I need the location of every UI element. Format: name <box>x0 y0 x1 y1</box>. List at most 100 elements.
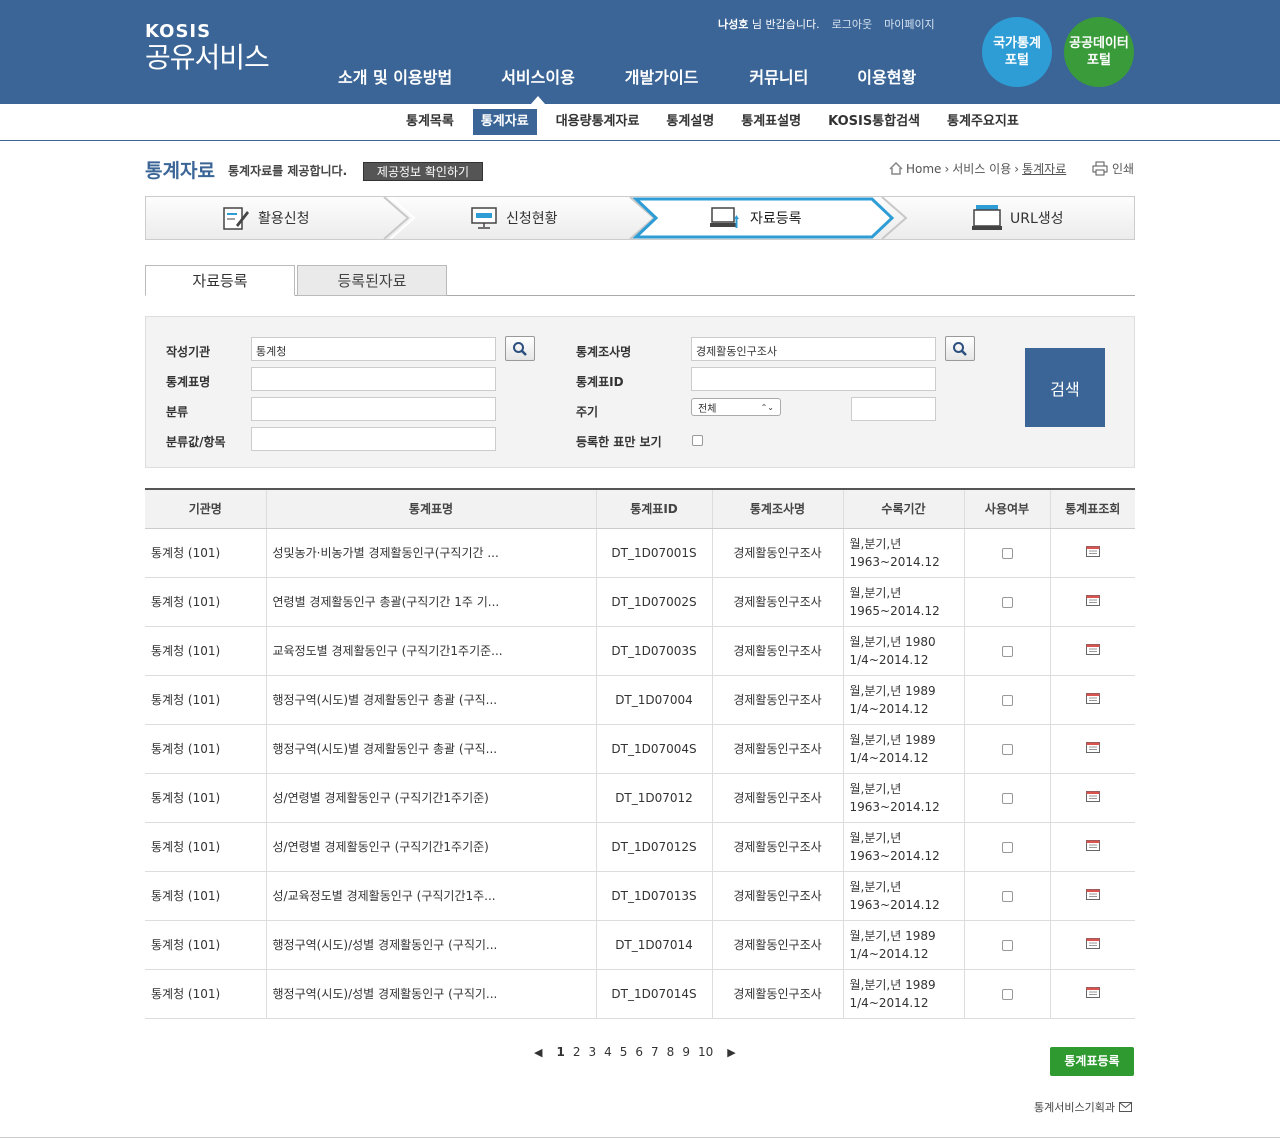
page-number[interactable]: 1 <box>556 1045 564 1059</box>
breadcrumb-service[interactable]: 서비스 이용 <box>952 160 1011 177</box>
page-number[interactable]: 5 <box>620 1045 628 1059</box>
site-logo[interactable]: KOSIS 공유서비스 <box>145 22 270 74</box>
cell-table-name[interactable]: 성/교육정도별 경제활동인구 (구직기간1주... <box>265 871 596 921</box>
stat-table: 기관명 통계표명 통계표ID 통계조사명 수록기간 사용여부 통계표조회 통계청… <box>145 488 1135 1019</box>
gnb-item-usage[interactable]: 이용현황 <box>857 64 916 88</box>
cell-table-name[interactable]: 교육정도별 경제활동인구 (구직기간1주기준... <box>265 626 596 676</box>
kosis-portal-button[interactable]: 국가통계 포털 <box>982 17 1052 87</box>
gnb-item-intro[interactable]: 소개 및 이용방법 <box>338 64 452 88</box>
subnav-stat-data[interactable]: 통계자료 <box>472 109 537 135</box>
cell-period: 월,분기,년 1989 1/4~2014.12 <box>842 920 964 970</box>
table-view-icon[interactable] <box>1085 643 1100 655</box>
org-input[interactable]: 통계청 <box>251 337 496 361</box>
survey-input[interactable]: 경제활동인구조사 <box>691 337 936 361</box>
print-button[interactable]: 인쇄 <box>1092 160 1134 177</box>
table-view-icon[interactable] <box>1085 741 1100 753</box>
use-checkbox[interactable] <box>1001 939 1013 951</box>
search-button[interactable]: 검색 <box>1025 348 1105 427</box>
table-view-icon[interactable] <box>1085 937 1100 949</box>
mypage-link[interactable]: 마이페이지 <box>884 16 935 32</box>
table-view-icon[interactable] <box>1085 888 1100 900</box>
step-status[interactable]: 신청현황 <box>470 197 558 239</box>
next-page-icon[interactable]: ▶ <box>727 1046 735 1059</box>
cell-table-name[interactable]: 연령별 경제활동인구 총괄(구직기간 1주 기... <box>265 577 596 627</box>
period-range: 1/4~2014.12 <box>849 995 929 1010</box>
survey-search-button[interactable] <box>945 336 975 361</box>
cell-survey: 경제활동인구조사 <box>711 773 843 823</box>
cell-table-name[interactable]: 성및농가·비농가별 경제활동인구(구직기간 ... <box>265 528 596 578</box>
step-url[interactable]: URL생성 <box>972 197 1064 239</box>
table-view-icon[interactable] <box>1085 839 1100 851</box>
cell-use <box>963 822 1050 872</box>
cell-table-name[interactable]: 행정구역(시도)/성별 경제활동인구 (구직기... <box>265 969 596 1019</box>
period-cycle: 월,분기,년 1989 <box>849 977 936 992</box>
cell-table-name[interactable]: 행정구역(시도)/성별 경제활동인구 (구직기... <box>265 920 596 970</box>
page-number[interactable]: 2 <box>573 1045 581 1059</box>
table-id-label: 통계표ID <box>576 375 624 389</box>
contact-info[interactable]: 통계서비스기획과 <box>1034 1099 1132 1115</box>
gnb-item-dev-guide[interactable]: 개발가이드 <box>625 64 699 88</box>
cycle-select[interactable]: 전체 ⌃⌄ <box>691 398 781 416</box>
cell-table-name[interactable]: 성/연령별 경제활동인구 (구직기간1주기준) <box>265 822 596 872</box>
subnav-key-indicators[interactable]: 통계주요지표 <box>939 109 1027 135</box>
table-view-icon[interactable] <box>1085 986 1100 998</box>
use-checkbox[interactable] <box>1001 890 1013 902</box>
use-checkbox[interactable] <box>1001 694 1013 706</box>
page-number[interactable]: 3 <box>588 1045 596 1059</box>
use-checkbox[interactable] <box>1001 645 1013 657</box>
public-data-portal-button[interactable]: 공공데이터 포털 <box>1064 17 1134 87</box>
registered-only-checkbox[interactable] <box>692 435 703 446</box>
cell-use <box>963 969 1050 1019</box>
page-number[interactable]: 10 <box>698 1045 713 1059</box>
subnav-bulk-data[interactable]: 대용량통계자료 <box>548 109 648 135</box>
register-table-button[interactable]: 통계표등록 <box>1050 1047 1134 1076</box>
page-number[interactable]: 7 <box>651 1045 659 1059</box>
page-number[interactable]: 9 <box>682 1045 690 1059</box>
use-checkbox[interactable] <box>1001 988 1013 1000</box>
logout-link[interactable]: 로그아웃 <box>832 16 872 32</box>
gnb-item-community[interactable]: 커뮤니티 <box>749 64 808 88</box>
subnav-stat-list[interactable]: 통계목록 <box>398 109 462 135</box>
period-range: 1963~2014.12 <box>849 554 940 569</box>
page-number[interactable]: 8 <box>667 1045 675 1059</box>
table-view-icon[interactable] <box>1085 692 1100 704</box>
category-input[interactable] <box>251 397 496 421</box>
tab-register[interactable]: 자료등록 <box>145 265 295 296</box>
item-input[interactable] <box>251 427 496 451</box>
table-view-icon[interactable] <box>1085 790 1100 802</box>
step-apply[interactable]: 활용신청 <box>222 197 310 239</box>
use-checkbox[interactable] <box>1001 547 1013 559</box>
cell-table-name[interactable]: 행정구역(시도)별 경제활동인구 총괄 (구직... <box>265 724 596 774</box>
cell-view <box>1049 920 1135 970</box>
subnav-table-desc[interactable]: 통계표설명 <box>733 109 809 135</box>
page-number[interactable]: 6 <box>635 1045 643 1059</box>
use-checkbox[interactable] <box>1001 792 1013 804</box>
cell-view <box>1049 528 1135 578</box>
use-checkbox[interactable] <box>1001 743 1013 755</box>
gnb-item-service[interactable]: 서비스이용 <box>501 64 575 104</box>
period-cycle: 월,분기,년 1989 <box>849 683 936 698</box>
step-register[interactable]: 자료등록 <box>710 197 802 239</box>
table-view-icon[interactable] <box>1085 545 1100 557</box>
table-id-input[interactable] <box>691 367 936 391</box>
org-search-button[interactable] <box>505 336 535 361</box>
period-range: 1/4~2014.12 <box>849 750 929 765</box>
prev-page-icon[interactable]: ◀ <box>534 1046 542 1059</box>
use-checkbox[interactable] <box>1001 596 1013 608</box>
cell-table-name[interactable]: 성/연령별 경제활동인구 (구직기간1주기준) <box>265 773 596 823</box>
use-checkbox[interactable] <box>1001 841 1013 853</box>
table-view-icon[interactable] <box>1085 594 1100 606</box>
tab-registered[interactable]: 등록된자료 <box>297 265 447 296</box>
subnav-stat-desc[interactable]: 통계설명 <box>658 109 722 135</box>
period-range: 1963~2014.12 <box>849 799 940 814</box>
cycle-extra-input[interactable] <box>851 397 936 421</box>
subnav-kosis-search[interactable]: KOSIS통합검색 <box>820 109 928 135</box>
cell-org: 통계청 (101) <box>145 773 266 823</box>
info-button[interactable]: 제공정보 확인하기 <box>363 162 483 181</box>
cell-table-name[interactable]: 행정구역(시도)별 경제활동인구 총괄 (구직... <box>265 675 596 725</box>
page-number[interactable]: 4 <box>604 1045 612 1059</box>
breadcrumb-home[interactable]: Home <box>906 162 941 176</box>
breadcrumb-current[interactable]: 통계자료 <box>1022 160 1066 177</box>
table-name-input[interactable] <box>251 367 496 391</box>
period-cycle: 월,분기,년 <box>849 585 902 600</box>
